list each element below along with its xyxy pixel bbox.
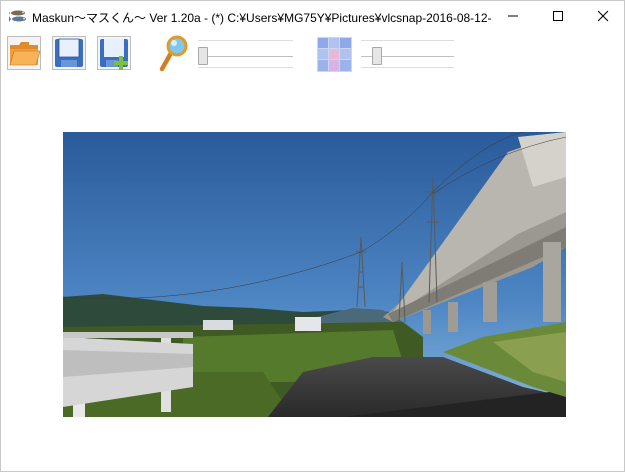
- app-window: Maskun〜マスくん〜 Ver 1.20a - (*) C:¥Users¥MG…: [0, 0, 625, 472]
- folder-icon[interactable]: [7, 36, 41, 70]
- title-bar: Maskun〜マスくん〜 Ver 1.20a - (*) C:¥Users¥MG…: [1, 1, 625, 31]
- zoom-slider-thumb[interactable]: [198, 47, 208, 65]
- zoom-slider[interactable]: [198, 38, 293, 68]
- toolbar: [1, 34, 625, 74]
- floppy-disk-icon[interactable]: [52, 36, 86, 70]
- fish-app-icon: [9, 10, 26, 22]
- photo-preview: [63, 132, 566, 417]
- close-button[interactable]: [580, 1, 625, 31]
- maximize-icon: [552, 11, 563, 21]
- maximize-button[interactable]: [535, 1, 580, 31]
- mosaic-grid-icon: [317, 37, 352, 72]
- minimize-icon: [507, 15, 518, 17]
- close-icon: [597, 10, 608, 22]
- image-preview[interactable]: [63, 132, 566, 417]
- magnifier-icon: [159, 35, 188, 72]
- floppy-disk-plus-icon[interactable]: [97, 36, 131, 70]
- mosaic-slider[interactable]: [361, 38, 454, 68]
- minimize-button[interactable]: [490, 1, 535, 31]
- mosaic-slider-thumb[interactable]: [372, 47, 382, 65]
- window-title: Maskun〜マスくん〜 Ver 1.20a - (*) C:¥Users¥MG…: [32, 11, 492, 25]
